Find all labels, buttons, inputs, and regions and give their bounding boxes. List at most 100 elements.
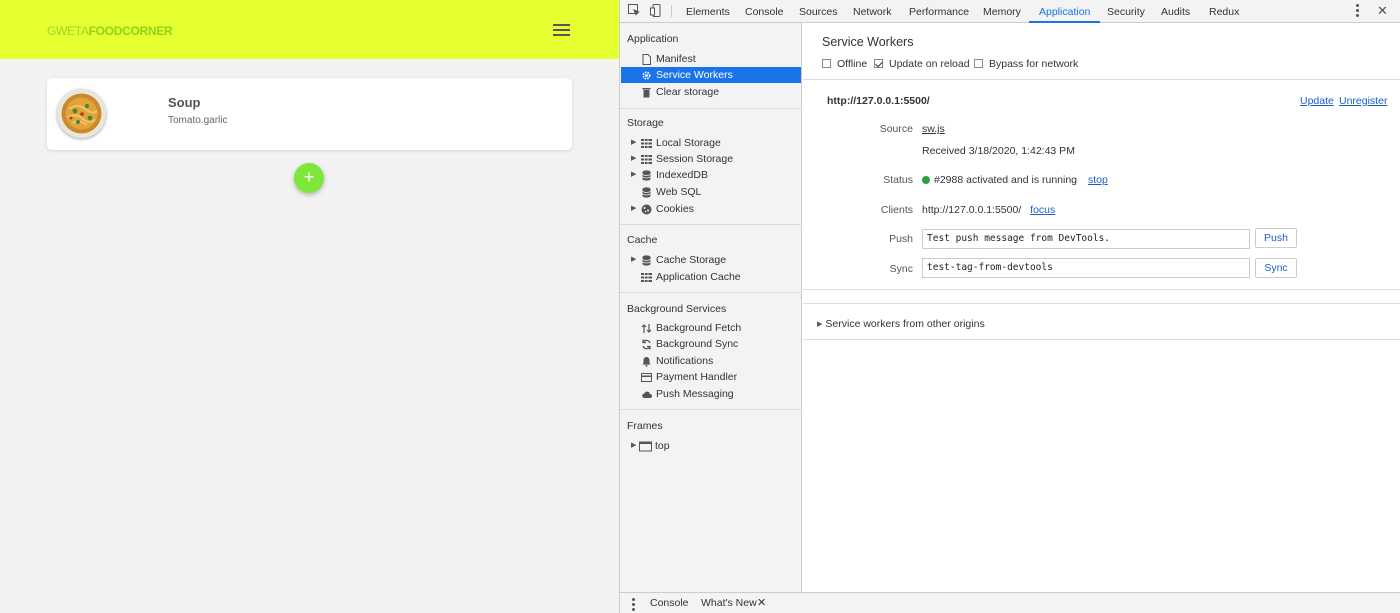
unregister-link[interactable]: Unregister <box>1339 95 1387 107</box>
sync-label: Sync <box>889 263 913 275</box>
expand-arrow-icon[interactable]: ▶ <box>631 151 636 167</box>
sidebar-item-clear-storage[interactable]: Clear storage <box>621 84 801 100</box>
drawer-tab-console[interactable]: Console <box>650 597 689 609</box>
section-application: Application <box>627 33 679 45</box>
grid-icon <box>641 272 652 283</box>
offline-checkbox[interactable]: Offline <box>822 58 867 71</box>
app-viewport: GWETAFOODCORNER Soup Tomato.garlic + <box>0 0 619 613</box>
food-card[interactable]: Soup Tomato.garlic <box>47 78 572 150</box>
status-running-icon <box>922 176 930 184</box>
gear-icon <box>642 71 651 80</box>
bypass-for-network-checkbox[interactable]: Bypass for network <box>974 58 1078 71</box>
sidebar-item-session-storage[interactable]: ▶ Session Storage <box>621 151 801 167</box>
section-cache: Cache <box>627 234 658 246</box>
toolbar-divider <box>671 5 672 17</box>
tab-performance[interactable]: Performance <box>909 0 969 23</box>
sidebar-item-indexeddb[interactable]: ▶ IndexedDB <box>621 167 801 183</box>
service-workers-panel: Service Workers Offline Update on reload… <box>803 23 1400 592</box>
file-icon <box>642 54 651 65</box>
devtools-menu-icon[interactable] <box>1356 4 1359 18</box>
sync-button[interactable]: Sync <box>1255 258 1297 278</box>
cookie-icon <box>641 204 652 215</box>
application-sidebar: Application Manifest Service Workers Cle… <box>620 23 802 592</box>
devtools-drawer: Console What's New ✕ <box>620 592 1400 613</box>
focus-link[interactable]: focus <box>1030 204 1055 216</box>
grid-icon <box>641 154 652 165</box>
expand-arrow-icon[interactable]: ▶ <box>631 135 636 151</box>
worker-origin: http://127.0.0.1:5500/ <box>827 95 930 107</box>
other-origins-toggle[interactable]: ▶ Service workers from other origins <box>817 318 985 330</box>
brand-part-2: FOODCORNER <box>88 24 173 38</box>
push-button[interactable]: Push <box>1255 228 1297 248</box>
hamburger-menu-icon[interactable] <box>553 24 570 36</box>
section-background-services: Background Services <box>627 303 727 315</box>
expand-arrow-icon[interactable]: ▶ <box>631 438 636 454</box>
sidebar-item-background-sync[interactable]: Background Sync <box>621 336 801 352</box>
tab-console[interactable]: Console <box>745 0 784 23</box>
tab-memory[interactable]: Memory <box>983 0 1021 23</box>
update-on-reload-checkbox[interactable]: Update on reload <box>874 58 970 71</box>
tab-audits[interactable]: Audits <box>1161 0 1190 23</box>
devtools-tabbar: Elements Console Sources Network Performance… <box>620 0 1400 23</box>
sidebar-item-frame-top[interactable]: ▶ top <box>621 438 801 454</box>
close-tab-icon[interactable]: ✕ <box>757 596 766 609</box>
brand-logo[interactable]: GWETAFOODCORNER <box>47 24 173 38</box>
card-title: Soup <box>168 95 201 110</box>
tab-sources[interactable]: Sources <box>799 0 838 23</box>
sidebar-item-manifest[interactable]: Manifest <box>621 51 801 67</box>
sidebar-item-local-storage[interactable]: ▶ Local Storage <box>621 135 801 151</box>
status-value: #2988 activated and is running stop <box>922 174 1108 186</box>
app-header: GWETAFOODCORNER <box>0 0 619 59</box>
brand-part-1: GWETA <box>47 24 89 38</box>
clients-value: http://127.0.0.1:5500/ focus <box>922 204 1055 216</box>
update-link[interactable]: Update <box>1300 95 1334 107</box>
expand-arrow-icon[interactable]: ▶ <box>631 167 636 183</box>
close-devtools-icon[interactable]: ✕ <box>1377 3 1388 19</box>
sidebar-item-background-fetch[interactable]: Background Fetch <box>621 320 801 336</box>
section-frames: Frames <box>627 420 663 432</box>
database-icon <box>642 187 651 198</box>
push-label: Push <box>889 233 913 245</box>
frame-icon <box>639 441 652 452</box>
tab-security[interactable]: Security <box>1107 0 1145 23</box>
sync-icon <box>642 339 651 350</box>
devtools-panel: Elements Console Sources Network Performance… <box>619 0 1400 613</box>
source-file-link[interactable]: sw.js <box>922 123 945 135</box>
status-label: Status <box>883 174 913 186</box>
drawer-tab-whats-new[interactable]: What's New <box>701 597 757 609</box>
database-icon <box>642 255 651 266</box>
soup-image <box>57 89 106 138</box>
tab-redux[interactable]: Redux <box>1209 0 1239 23</box>
tab-network[interactable]: Network <box>853 0 892 23</box>
trash-icon <box>642 88 651 98</box>
expand-arrow-icon: ▶ <box>817 321 823 328</box>
grid-icon <box>641 138 652 149</box>
expand-arrow-icon[interactable]: ▶ <box>631 252 636 268</box>
tab-elements[interactable]: Elements <box>686 0 730 23</box>
add-button[interactable]: + <box>294 163 324 193</box>
bell-icon <box>642 357 651 367</box>
sidebar-item-cookies[interactable]: ▶ Cookies <box>621 201 801 217</box>
section-storage: Storage <box>627 117 664 129</box>
sidebar-item-application-cache[interactable]: Application Cache <box>621 269 801 285</box>
device-toolbar-icon[interactable] <box>650 4 663 17</box>
sidebar-item-service-workers[interactable]: Service Workers <box>621 67 801 83</box>
panel-title: Service Workers <box>822 35 914 49</box>
sidebar-item-cache-storage[interactable]: ▶ Cache Storage <box>621 252 801 268</box>
credit-card-icon <box>641 373 652 382</box>
received-timestamp: Received 3/18/2020, 1:42:43 PM <box>922 145 1075 157</box>
sidebar-item-push-messaging[interactable]: Push Messaging <box>621 386 801 402</box>
push-message-input[interactable]: Test push message from DevTools. <box>922 229 1250 249</box>
sidebar-item-payment-handler[interactable]: Payment Handler <box>621 369 801 385</box>
sync-tag-input[interactable]: test-tag-from-devtools <box>922 258 1250 278</box>
database-icon <box>642 170 651 181</box>
clients-label: Clients <box>880 204 913 216</box>
expand-arrow-icon[interactable]: ▶ <box>631 201 636 217</box>
inspect-element-icon[interactable] <box>628 4 641 17</box>
sidebar-item-notifications[interactable]: Notifications <box>621 353 801 369</box>
stop-link[interactable]: stop <box>1088 174 1108 186</box>
source-label: Source <box>879 123 913 135</box>
drawer-menu-icon[interactable] <box>632 598 635 613</box>
sidebar-item-web-sql[interactable]: Web SQL <box>621 184 801 200</box>
tab-application[interactable]: Application <box>1029 0 1101 23</box>
